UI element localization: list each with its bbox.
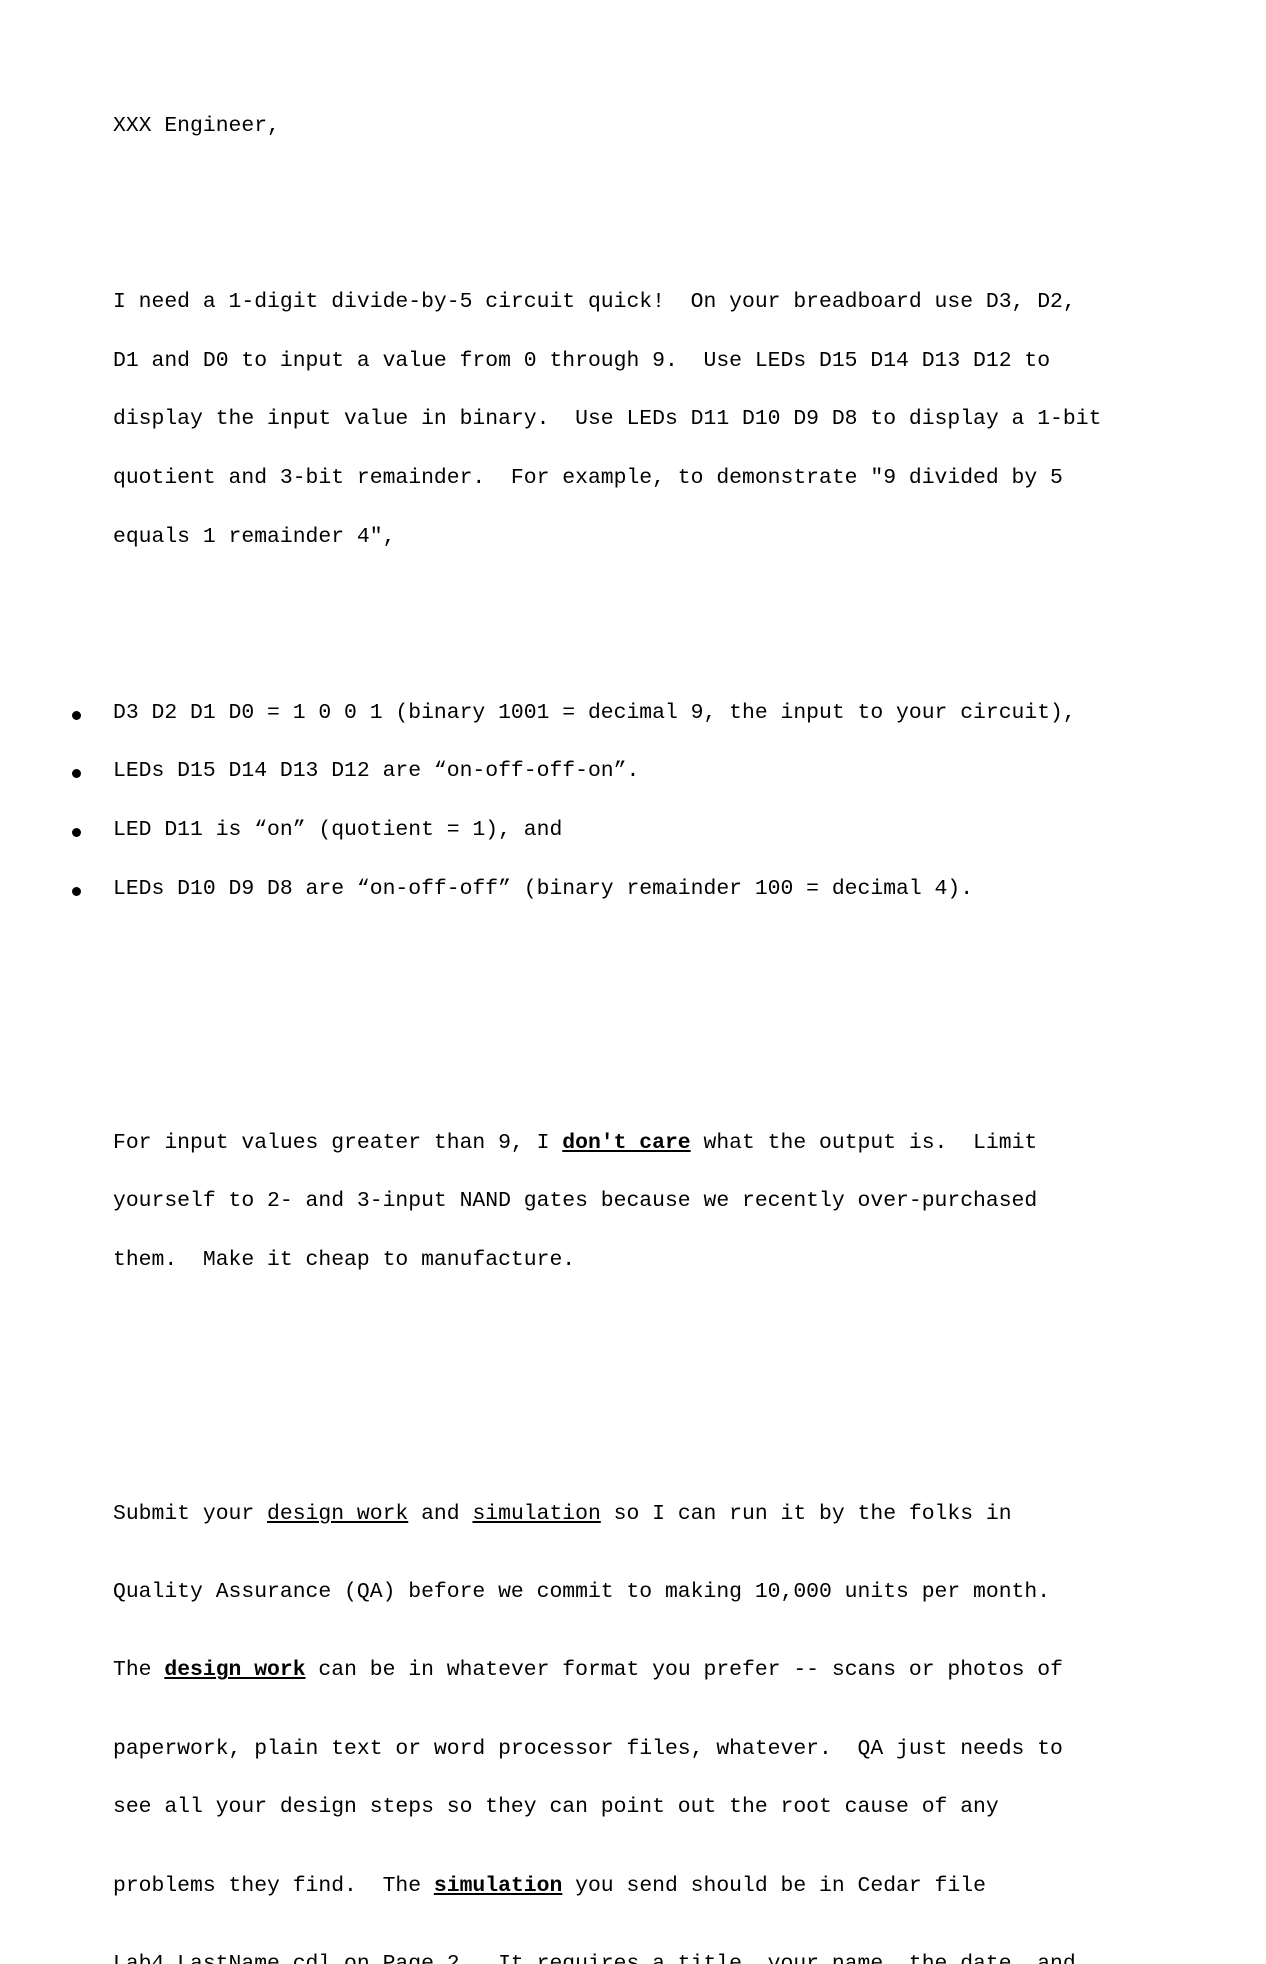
list-item-label: D3 D2 D1 D0 = 1 0 0 1 (binary 1001 = dec… [113,700,1076,725]
submit-underline-simulation: simulation [472,1502,601,1527]
list-item: LEDs D15 D14 D13 D12 are “on-off-off-on”… [0,759,1266,784]
example-bullet-list: D3 D2 D1 D0 = 1 0 0 1 (binary 1001 = dec… [0,665,1266,939]
submit-line-3-b: can be in whatever format you prefer -- … [305,1658,1063,1683]
dontcare-line-3: them. Make it cheap to manufacture. [113,1248,576,1272]
submit-line-6-a: problems they find. The [113,1873,434,1898]
submit-line-1: Submit your design work and simulation s… [0,1502,1266,1527]
submit-line-6-b: you send should be in Cedar file [562,1873,986,1898]
submit-underline-design-work: design work [267,1502,409,1527]
dontcare-line-1-prefix: For input values greater than 9, I [113,1130,563,1155]
dontcare-line-1: For input values greater than 9, I don't… [0,1130,1266,1155]
intro-paragraph: I need a 1-digit divide-by-5 circuit qui… [0,254,1266,586]
submit-line-1-b: and [408,1502,473,1527]
submit-paragraph: Submit your design work and simulation s… [0,1466,1266,1964]
intro-line-1: I need a 1-digit divide-by-5 circuit qui… [113,290,1076,315]
dontcare-line-2: yourself to 2- and 3-input NAND gates be… [113,1189,1038,1214]
submit-line-5: see all your design steps so they can po… [113,1795,999,1820]
submit-line-6: problems they find. The simulation you s… [0,1873,1266,1898]
salutation-paragraph: XXX Engineer, [0,78,1266,176]
intro-line-5: equals 1 remainder 4", [113,524,396,549]
memo-body: XXX Engineer, I need a 1-digit divide-by… [0,0,1266,1964]
submit-line-3-a: The [113,1658,165,1683]
list-item: LEDs D10 D9 D8 are “on-off-off” (binary … [0,876,1266,901]
intro-line-4: quotient and 3-bit remainder. For exampl… [113,466,1063,491]
list-item: D3 D2 D1 D0 = 1 0 0 1 (binary 1001 = dec… [0,700,1266,725]
list-item-label: LEDs D15 D14 D13 D12 are “on-off-off-on”… [113,759,640,784]
list-item-label: LEDs D10 D9 D8 are “on-off-off” (binary … [113,876,974,901]
bullet-dot-icon [72,710,81,720]
submit-line-1-a: Submit your [113,1502,268,1527]
dontcare-line-1-suffix: what the output is. Limit [690,1130,1038,1155]
bullet-dot-icon [72,827,81,837]
intro-line-2: D1 and D0 to input a value from 0 throug… [113,348,1051,373]
submit-line-7: Lab4_LastName.cdl on Page 2. It requires… [113,1951,1076,1964]
bullet-dot-icon [72,769,81,779]
salutation-line: XXX Engineer, [113,114,280,139]
list-item: LED D11 is “on” (quotient = 1), and [0,817,1266,842]
dontcare-emphasis: don't care [562,1130,691,1155]
document-page: XXX Engineer, I need a 1-digit divide-by… [0,0,1266,1964]
design-work-emphasis: design work [164,1658,306,1683]
submit-line-1-c: so I can run it by the folks in [600,1502,1012,1527]
dontcare-paragraph: For input values greater than 9, I don't… [0,1095,1266,1310]
bullet-dot-icon [72,886,81,896]
list-item-label: LED D11 is “on” (quotient = 1), and [113,817,563,842]
submit-line-4: paperwork, plain text or word processor … [113,1736,1063,1761]
submit-line-2: Quality Assurance (QA) before we commit … [113,1580,1051,1605]
intro-line-3: display the input value in binary. Use L… [113,407,1102,432]
submit-line-3: The design work can be in whatever forma… [0,1658,1266,1683]
simulation-emphasis: simulation [433,1873,563,1898]
